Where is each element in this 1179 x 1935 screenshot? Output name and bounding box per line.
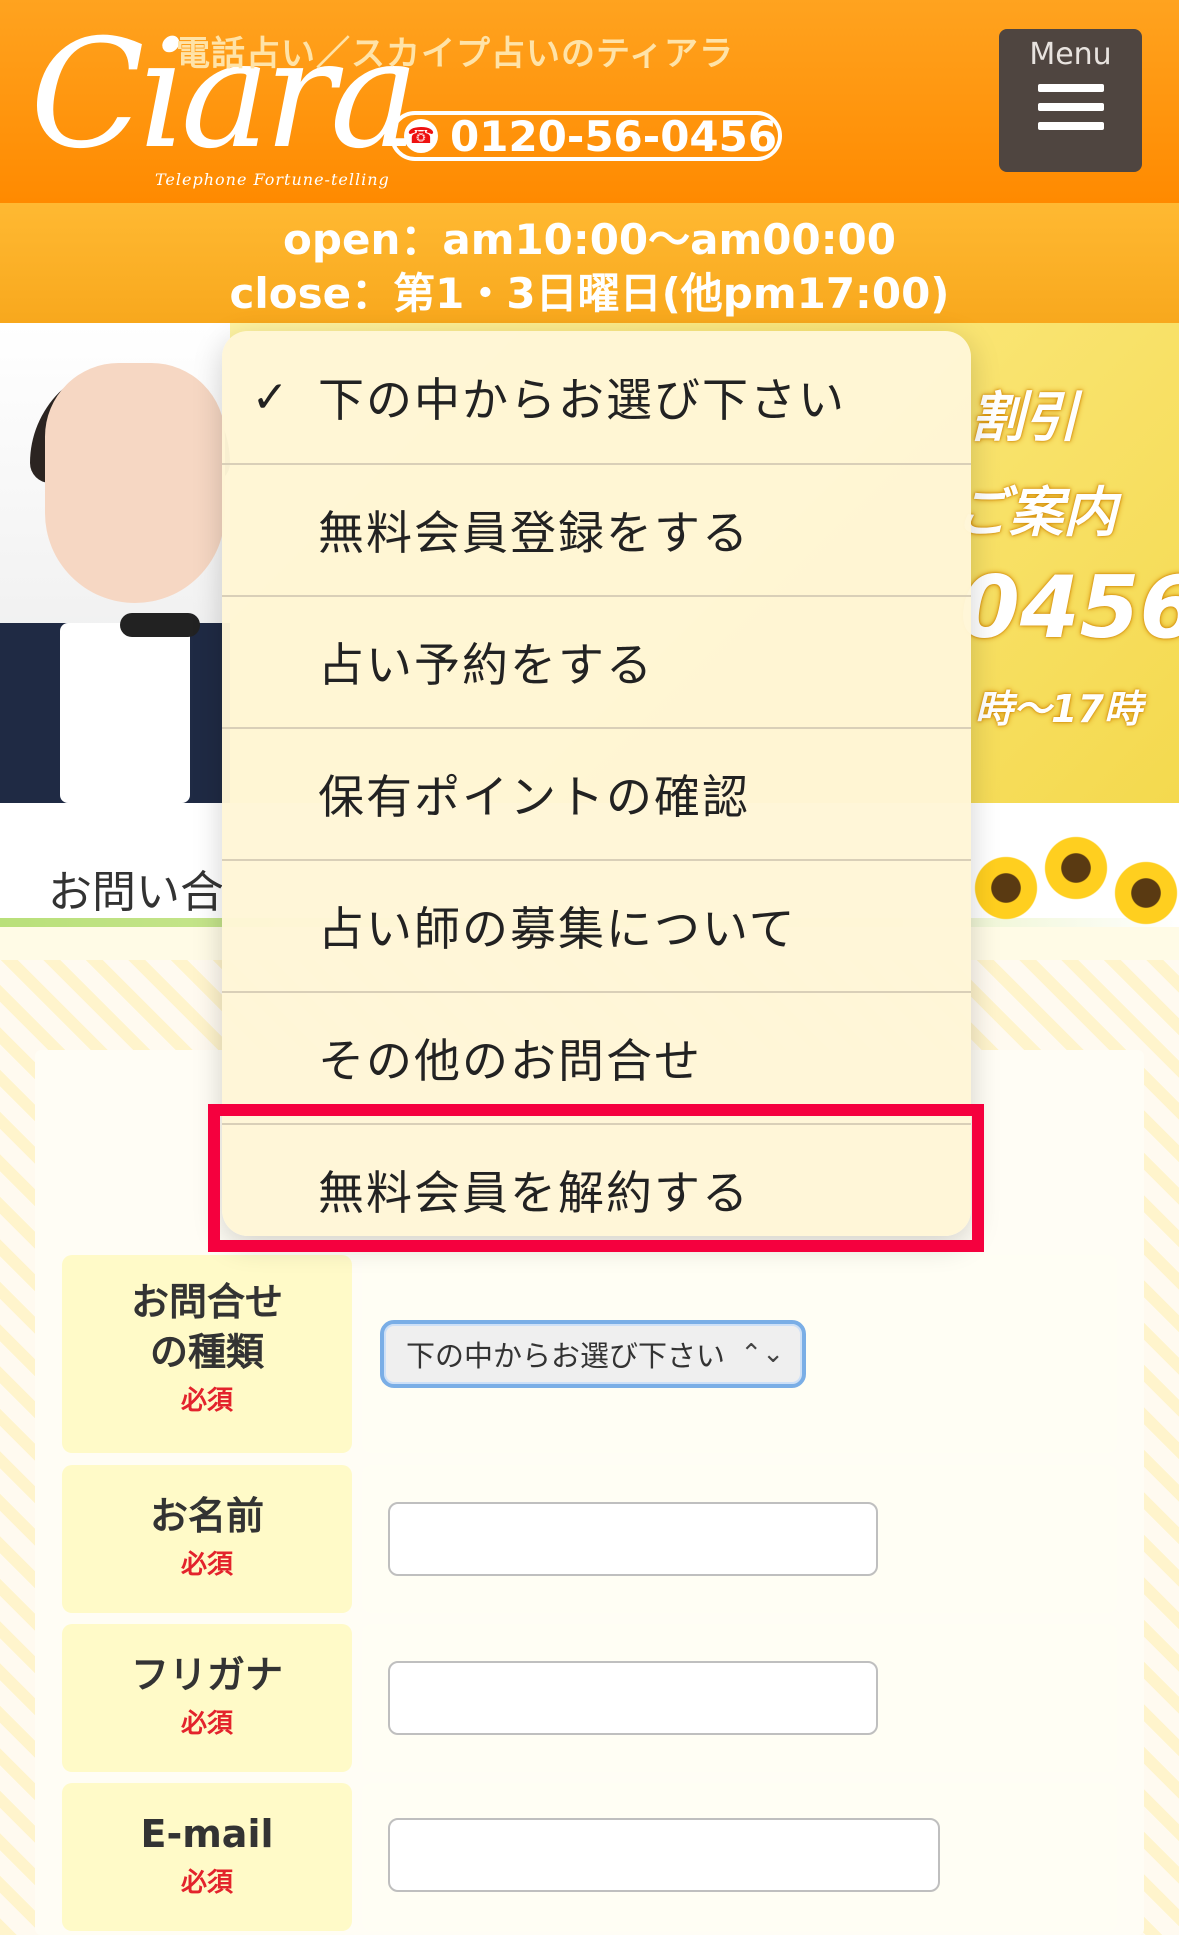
- banner-text-3: 0456: [960, 558, 1179, 658]
- inquiry-type-select[interactable]: 下の中からお選び下さい ⌃⌄: [380, 1320, 806, 1388]
- option-reservation[interactable]: 占い予約をする: [222, 595, 971, 727]
- option-points[interactable]: 保有ポイントの確認: [222, 727, 971, 859]
- open-hours: open：am10:00〜am00:00: [283, 215, 896, 264]
- option-label: 占い師の募集について: [318, 902, 797, 956]
- menu-label: Menu: [1029, 37, 1112, 72]
- close-hours: close：第1・3日曜日(他pm17:00): [229, 269, 950, 318]
- banner-text-1: 割引: [970, 386, 1078, 449]
- sunflower-decoration: [960, 832, 1179, 929]
- banner-text-2: ご案内: [955, 481, 1117, 544]
- option-select-prompt[interactable]: ✓ 下の中からお選び下さい: [222, 331, 971, 463]
- required-badge: 必須: [180, 1868, 233, 1898]
- label-inquiry-type: お問合せ の種類 必須: [62, 1255, 352, 1453]
- required-badge: 必須: [180, 1709, 233, 1739]
- label-text: お問合せ: [130, 1280, 283, 1324]
- select-dropdown: ✓ 下の中からお選び下さい 無料会員登録をする 占い予約をする 保有ポイントの確…: [222, 331, 971, 1236]
- name-input[interactable]: [388, 1502, 878, 1576]
- menu-button[interactable]: Menu: [999, 29, 1142, 172]
- label-text: フリガナ: [130, 1653, 283, 1697]
- logo-subtitle: Telephone Fortune-telling: [155, 170, 390, 189]
- option-label: 保有ポイントの確認: [318, 770, 750, 824]
- required-badge: 必須: [180, 1550, 233, 1580]
- label-email: E-mail 必須: [62, 1783, 352, 1931]
- option-cancel-membership[interactable]: 無料会員を解約する: [222, 1123, 971, 1236]
- label-text: E-mail: [140, 1812, 274, 1856]
- business-hours: open：am10:00〜am00:00 close：第1・3日曜日(他pm17…: [0, 203, 1179, 323]
- option-label: その他のお問合せ: [318, 1034, 702, 1088]
- option-label: 占い予約をする: [318, 638, 654, 692]
- phone-icon: ☎: [404, 119, 438, 153]
- option-register[interactable]: 無料会員登録をする: [222, 463, 971, 595]
- option-recruitment[interactable]: 占い師の募集について: [222, 859, 971, 991]
- option-label: 下の中からお選び下さい: [318, 373, 846, 427]
- hamburger-icon: [999, 84, 1142, 130]
- tagline: 電話占い／スカイプ占いのティアラ: [176, 34, 734, 74]
- site-header: Ciara Telephone Fortune-telling 電話占い／スカイ…: [0, 0, 1179, 203]
- label-furigana: フリガナ 必須: [62, 1624, 352, 1772]
- option-other[interactable]: その他のお問合せ: [222, 991, 971, 1123]
- option-label: 無料会員登録をする: [318, 506, 750, 560]
- label-text: お名前: [149, 1494, 264, 1538]
- email-input[interactable]: [388, 1818, 940, 1892]
- section-title: お問い合: [48, 867, 224, 918]
- option-label: 無料会員を解約する: [318, 1166, 750, 1220]
- phone-link[interactable]: ☎ 0120-56-0456: [390, 111, 782, 161]
- chevron-updown-icon: ⌃⌄: [740, 1339, 784, 1369]
- label-text: の種類: [149, 1330, 264, 1374]
- select-value: 下の中からお選び下さい: [406, 1339, 726, 1373]
- label-name: お名前 必須: [62, 1465, 352, 1613]
- banner-text-4: 時〜17時: [975, 687, 1142, 731]
- operator-photo: [0, 323, 230, 803]
- required-badge: 必須: [180, 1386, 233, 1416]
- phone-number: 0120-56-0456: [450, 111, 778, 161]
- checkmark-icon: ✓: [251, 371, 289, 423]
- furigana-input[interactable]: [388, 1661, 878, 1735]
